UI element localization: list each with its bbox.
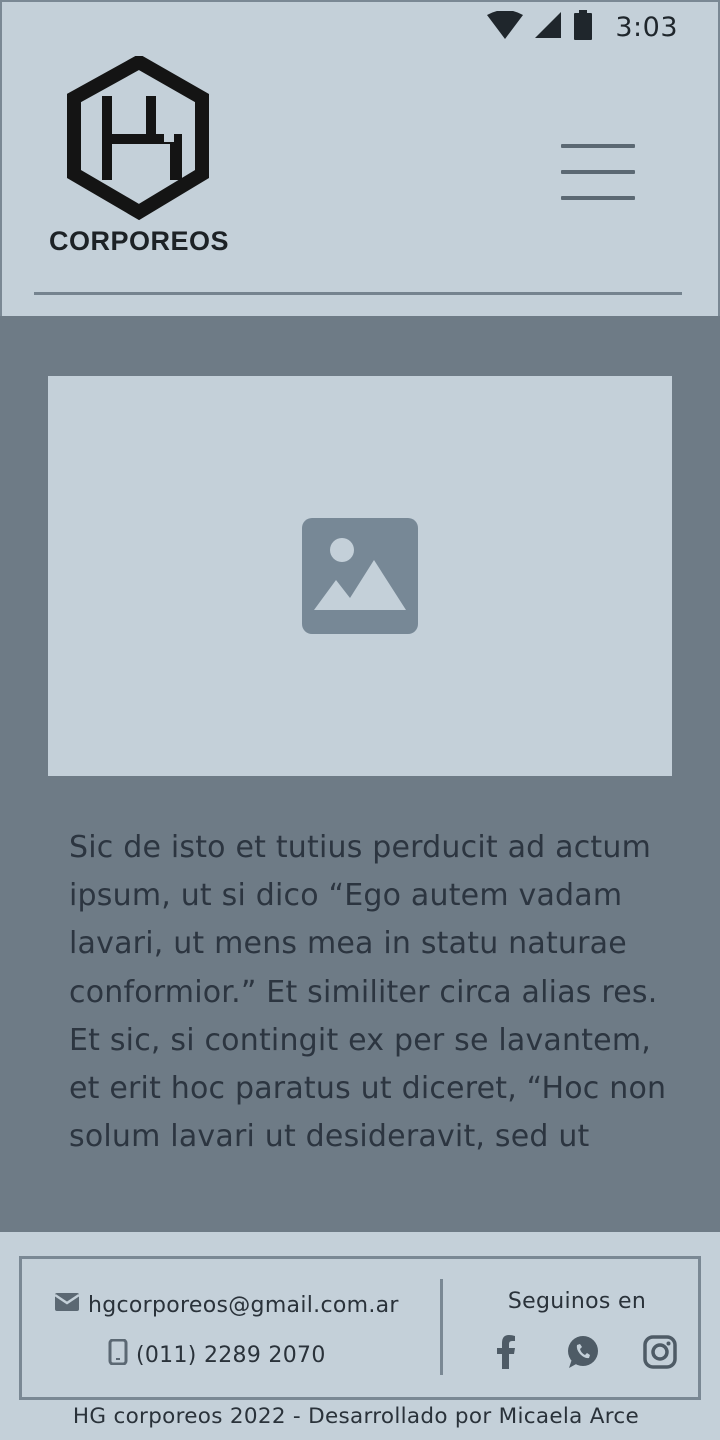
menu-line [561,144,635,148]
header-divider [34,292,682,295]
image-placeholder-icon [302,518,418,634]
facebook-icon[interactable] [488,1334,524,1370]
main-content: Sic de isto et tutius perducit ad actum … [0,316,720,1232]
logo-text: CORPOREOS [48,226,230,256]
hamburger-menu-icon[interactable] [558,142,638,202]
mobile-phone-icon [108,1338,128,1371]
menu-line [561,170,635,174]
envelope-icon [54,1291,80,1319]
app-screen: 3:03 CORPOREOS Sic de isto et tutius per… [0,0,720,1440]
signal-icon [533,10,563,44]
footer-divider [440,1279,443,1375]
copyright-text: HG corporeos 2022 - Desarrollado por Mic… [72,1404,640,1429]
hg-hexagon-icon [67,56,209,221]
site-footer: hgcorporeos@gmail.com.ar (011) 2289 2070… [0,1232,720,1440]
email-contact[interactable]: hgcorporeos@gmail.com.ar [54,1291,399,1319]
social-title: Seguinos en [507,1289,647,1314]
battery-icon [573,10,593,44]
hg-logo[interactable]: CORPOREOS [42,56,236,266]
phone-contact[interactable]: (011) 2289 2070 [108,1338,326,1371]
site-header: 3:03 CORPOREOS [0,0,720,316]
menu-line [561,196,635,200]
instagram-icon[interactable] [642,1334,678,1370]
whatsapp-icon[interactable] [565,1334,601,1370]
social-links [488,1331,678,1373]
status-time: 3:03 [615,11,678,43]
footer-contact-box: hgcorporeos@gmail.com.ar (011) 2289 2070… [19,1256,701,1400]
phone-text: (011) 2289 2070 [136,1342,326,1368]
body-paragraph: Sic de isto et tutius perducit ad actum … [69,830,667,1155]
email-text: hgcorporeos@gmail.com.ar [88,1292,399,1318]
status-bar: 3:03 [487,10,678,44]
image-placeholder [48,376,672,776]
wifi-icon [487,10,524,43]
